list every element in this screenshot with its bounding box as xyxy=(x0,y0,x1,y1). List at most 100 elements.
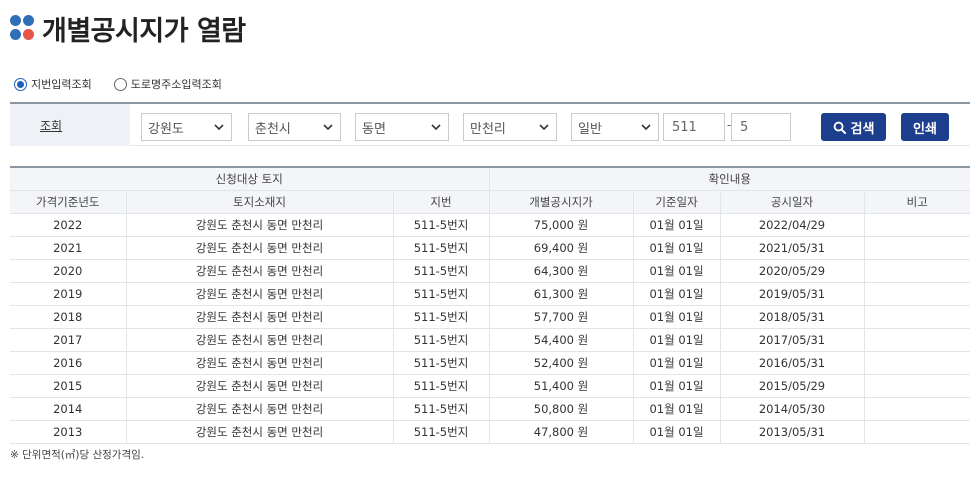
table-row: 2016 강원도 춘천시 동면 만천리 511-5번지 52,400 원 01월 01일… xyxy=(10,350,970,375)
location-cell: 강원도 춘천시 동면 만천리 xyxy=(125,258,394,283)
province-select[interactable]: 강원도 xyxy=(141,113,232,141)
sub-number-input[interactable]: 5 xyxy=(731,113,791,141)
chevron-down-icon xyxy=(539,124,549,131)
announce-date-cell: 2015/05/29 xyxy=(719,373,865,398)
chevron-down-icon xyxy=(431,124,441,131)
footnote: ※ 단위면적(㎡)당 산정가격임. xyxy=(10,449,145,461)
search-icon xyxy=(833,121,846,134)
year-cell: 2014 xyxy=(10,396,127,421)
lot-number-cell: 511-5번지 xyxy=(392,304,490,329)
col-header-year: 가격기준년도 xyxy=(10,189,127,214)
search-button-label: 검색 xyxy=(850,121,875,137)
col-header-price: 개별공시지가 xyxy=(488,189,634,214)
table-row: 2020 강원도 춘천시 동면 만천리 511-5번지 64,300 원 01월 01일… xyxy=(10,258,970,283)
announce-date-cell: 2014/05/30 xyxy=(719,396,865,421)
lot-number-cell: 511-5번지 xyxy=(392,258,490,283)
price-cell: 57,700 원 xyxy=(488,304,634,329)
remarks-cell xyxy=(863,212,970,237)
price-cell: 51,400 원 xyxy=(488,373,634,398)
table-row: 2015 강원도 춘천시 동면 만천리 511-5번지 51,400 원 01월 01일… xyxy=(10,373,970,398)
location-cell: 강원도 춘천시 동면 만천리 xyxy=(125,350,394,375)
table-row: 2018 강원도 춘천시 동면 만천리 511-5번지 57,700 원 01월 01일… xyxy=(10,304,970,329)
location-cell: 강원도 춘천시 동면 만천리 xyxy=(125,396,394,421)
table-row: 2022 강원도 춘천시 동면 만천리 511-5번지 75,000 원 01월 01일… xyxy=(10,212,970,237)
city-select[interactable]: 춘천시 xyxy=(248,113,341,141)
col-header-location: 토지소재지 xyxy=(125,189,394,214)
radio-jibun[interactable]: 지번입력조회 xyxy=(14,76,92,92)
city-value: 춘천시 xyxy=(255,121,291,137)
remarks-cell xyxy=(863,327,970,352)
table-row: 2013 강원도 춘천시 동면 만천리 511-5번지 47,800 원 01월 01일… xyxy=(10,419,970,444)
price-cell: 69,400 원 xyxy=(488,235,634,260)
price-cell: 47,800 원 xyxy=(488,419,634,444)
search-mode-radio-group: 지번입력조회 도로명주소입력조회 xyxy=(14,76,244,92)
radio-road-address-label: 도로명주소입력조회 xyxy=(130,78,222,91)
price-cell: 50,800 원 xyxy=(488,396,634,421)
year-cell: 2019 xyxy=(10,281,127,306)
chevron-down-icon xyxy=(641,124,651,131)
location-cell: 강원도 춘천시 동면 만천리 xyxy=(125,281,394,306)
announce-date-cell: 2019/05/31 xyxy=(719,281,865,306)
year-cell: 2022 xyxy=(10,212,127,237)
base-date-cell: 01월 01일 xyxy=(632,235,721,260)
announce-date-cell: 2021/05/31 xyxy=(719,235,865,260)
table-row: 2019 강원도 춘천시 동면 만천리 511-5번지 61,300 원 01월 01일… xyxy=(10,281,970,306)
year-cell: 2020 xyxy=(10,258,127,283)
location-cell: 강원도 춘천시 동면 만천리 xyxy=(125,235,394,260)
lot-number-cell: 511-5번지 xyxy=(392,327,490,352)
base-date-cell: 01월 01일 xyxy=(632,327,721,352)
lot-number-cell: 511-5번지 xyxy=(392,281,490,306)
main-number-input[interactable]: 511 xyxy=(663,113,725,141)
village-select[interactable]: 만천리 xyxy=(463,113,557,141)
price-cell: 54,400 원 xyxy=(488,327,634,352)
radio-selected-icon[interactable] xyxy=(14,77,27,91)
radio-road-address[interactable]: 도로명주소입력조회 xyxy=(113,76,222,92)
remarks-cell xyxy=(863,396,970,421)
radio-jibun-label: 지번입력조회 xyxy=(31,78,92,91)
announce-date-cell: 2022/04/29 xyxy=(719,212,865,237)
announce-date-cell: 2017/05/31 xyxy=(719,327,865,352)
remarks-cell xyxy=(863,373,970,398)
base-date-cell: 01월 01일 xyxy=(632,396,721,421)
location-cell: 강원도 춘천시 동면 만천리 xyxy=(125,212,394,237)
search-bar: 조회 강원도 춘천시 동면 만천리 일반 511 - 5 검색 인쇄 xyxy=(10,102,970,146)
page-header: 개별공시지가 열람 xyxy=(10,8,246,48)
base-date-cell: 01월 01일 xyxy=(632,373,721,398)
print-button[interactable]: 인쇄 xyxy=(901,113,949,141)
base-date-cell: 01월 01일 xyxy=(632,281,721,306)
year-cell: 2018 xyxy=(10,304,127,329)
lot-number-cell: 511-5번지 xyxy=(392,396,490,421)
group-header-target: 신청대상 토지 xyxy=(10,166,490,191)
col-header-announce-date: 공시일자 xyxy=(719,189,865,214)
year-cell: 2017 xyxy=(10,327,127,352)
print-button-label: 인쇄 xyxy=(913,121,937,137)
land-type-value: 일반 xyxy=(578,121,602,137)
lot-number-cell: 511-5번지 xyxy=(392,212,490,237)
announce-date-cell: 2018/05/31 xyxy=(719,304,865,329)
year-cell: 2016 xyxy=(10,350,127,375)
group-header-confirm: 확인내용 xyxy=(488,166,970,191)
base-date-cell: 01월 01일 xyxy=(632,212,721,237)
village-value: 만천리 xyxy=(470,121,506,137)
remarks-cell xyxy=(863,304,970,329)
announce-date-cell: 2016/05/31 xyxy=(719,350,865,375)
location-cell: 강원도 춘천시 동면 만천리 xyxy=(125,327,394,352)
search-button[interactable]: 검색 xyxy=(821,113,886,141)
location-cell: 강원도 춘천시 동면 만천리 xyxy=(125,419,394,444)
remarks-cell xyxy=(863,235,970,260)
land-type-select[interactable]: 일반 xyxy=(571,113,659,141)
price-cell: 61,300 원 xyxy=(488,281,634,306)
announce-date-cell: 2013/05/31 xyxy=(719,419,865,444)
lot-number-cell: 511-5번지 xyxy=(392,373,490,398)
price-cell: 64,300 원 xyxy=(488,258,634,283)
lot-number-cell: 511-5번지 xyxy=(392,235,490,260)
lot-number-cell: 511-5번지 xyxy=(392,419,490,444)
radio-unselected-icon[interactable] xyxy=(113,77,127,91)
remarks-cell xyxy=(863,350,970,375)
table-row: 2014 강원도 춘천시 동면 만천리 511-5번지 50,800 원 01월 01일… xyxy=(10,396,970,421)
base-date-cell: 01월 01일 xyxy=(632,419,721,444)
search-label: 조회 xyxy=(10,104,130,146)
price-cell: 75,000 원 xyxy=(488,212,634,237)
price-cell: 52,400 원 xyxy=(488,350,634,375)
town-select[interactable]: 동면 xyxy=(355,113,449,141)
